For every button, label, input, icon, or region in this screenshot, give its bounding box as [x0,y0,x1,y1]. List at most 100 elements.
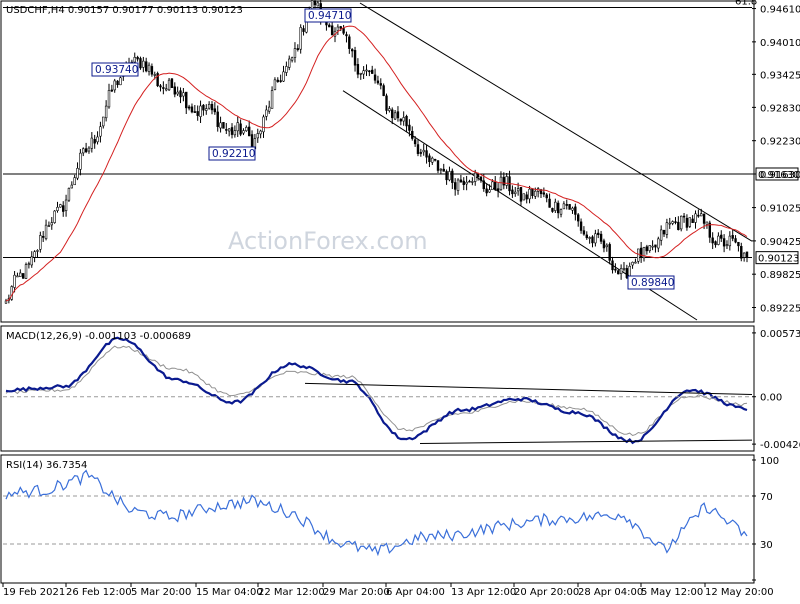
candle-body [688,217,691,227]
candle [379,78,382,90]
candle-body [594,233,597,244]
candle [368,70,371,77]
candle-body [107,90,111,108]
candle [353,46,357,72]
candle-body [599,233,603,242]
candle [328,23,331,28]
price-axis-label: 0.92230 [760,137,800,148]
candle [422,143,425,156]
candle [531,188,534,199]
candle [76,162,79,181]
candle-body [494,181,497,190]
candle [350,48,354,58]
candle [79,149,82,176]
candle-body [468,180,471,183]
time-axis-label: 28 Apr 04:00 [578,587,643,598]
candle-body [285,66,288,73]
candle-body [30,256,33,266]
candle [99,121,102,143]
candle [256,128,259,143]
time-axis-label: 26 Feb 12:00 [66,587,132,598]
candle-body [196,111,199,116]
time-axis-label: 12 May 20:00 [705,587,774,598]
candle-body [207,103,211,109]
candle-body [639,247,643,258]
candle [399,118,403,126]
candle [451,168,454,190]
candle [342,24,345,35]
candle-body [259,130,262,135]
candle-body [742,252,746,258]
candle [296,44,300,52]
candle [222,122,225,129]
candle [202,104,205,116]
candle [150,63,154,77]
candle [665,218,669,239]
candle [216,105,219,132]
candle [348,34,351,54]
macd-main-line [5,336,748,445]
candle [50,217,53,230]
candle-body [734,238,737,243]
candle-body [485,188,488,194]
candle [419,148,423,157]
candle-body [745,251,749,258]
candle-body [728,235,732,247]
candle [290,56,294,63]
candle-body [714,241,717,246]
candle [382,83,385,97]
candle [731,229,734,242]
candle-body [316,2,320,7]
candle-body [439,168,443,171]
candle-body [147,64,151,72]
price-panel [0,0,755,323]
candle-body [179,90,182,98]
candle-body [27,263,31,266]
candle-body [213,108,217,113]
candle [685,214,689,231]
candle [90,132,94,153]
candle-body [574,206,577,215]
candle [213,102,217,115]
candle [259,129,262,139]
candle-body [102,116,105,127]
candle-body [422,149,425,153]
candle-body [577,214,580,222]
candle [210,101,214,115]
candle [605,243,609,252]
candle [268,100,271,114]
candle [637,248,640,264]
candle-body [93,139,96,144]
candle [496,183,500,198]
candle-body [59,204,62,208]
candle [697,209,700,218]
candle [519,187,523,206]
candle-body [47,225,51,228]
candle [722,234,726,253]
macd-title: MACD(12,26,9) -0.001103 -0.000689 [6,331,191,342]
candle [745,251,749,263]
candle [110,84,114,93]
annotation-label: 0.89840 [631,277,674,289]
candle [494,176,497,191]
candle [648,245,651,253]
candle [102,116,105,129]
candle [691,215,694,224]
candle [714,240,717,248]
usdchf-chart[interactable]: ActionForex.com 61.8 0.91630 0.90123 0.947… [0,0,800,600]
candle-body [345,34,348,37]
candle-body [617,270,620,275]
candle [742,252,746,262]
candle [219,116,222,133]
candle-body [425,150,428,158]
candle [545,193,548,203]
candle [425,144,428,164]
candle [679,215,683,232]
price-axis-label: 0.91025 [760,204,800,215]
candle-body [608,244,611,261]
candle-body [227,128,231,132]
candle-body [657,238,660,249]
candle-body [720,234,723,239]
candle-body [571,207,574,211]
price-axis-label: 0.93425 [760,70,800,81]
